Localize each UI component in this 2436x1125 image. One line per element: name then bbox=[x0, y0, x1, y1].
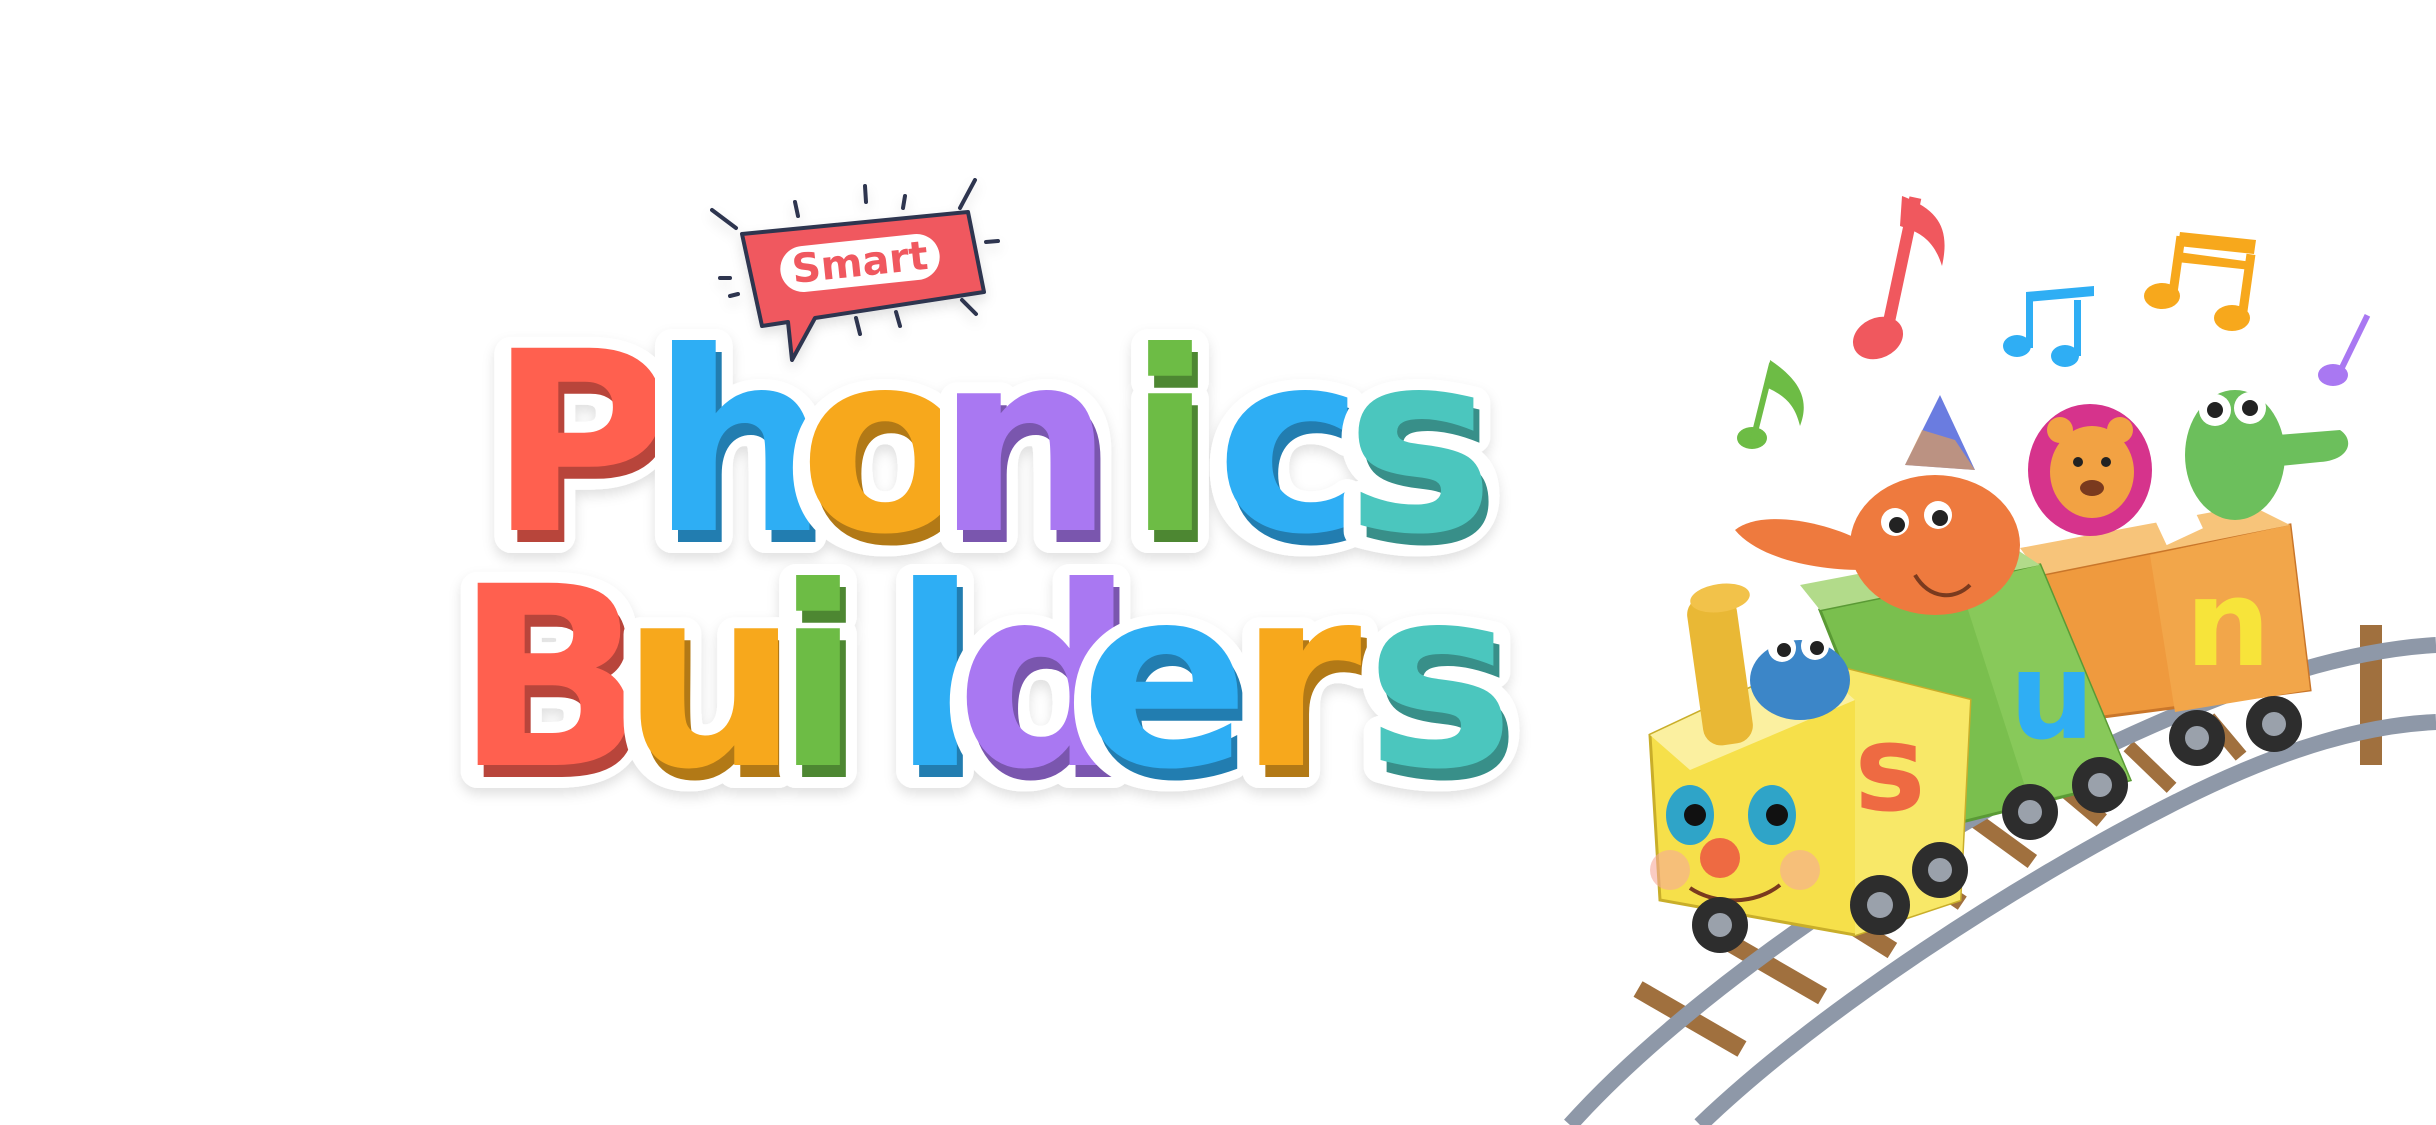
logo-letter: e bbox=[1080, 533, 1250, 824]
music-note-blue-icon bbox=[2003, 286, 2094, 367]
music-note-yellow-icon bbox=[2144, 232, 2256, 331]
car-letter-n: n bbox=[2185, 555, 2270, 694]
logo-title-line2: BBBuuuiii llldddeeerrr sssBuilders bbox=[438, 522, 1532, 847]
music-note-purple-icon bbox=[2318, 314, 2371, 386]
logo-letter: B bbox=[455, 533, 646, 824]
music-notes bbox=[1737, 196, 2371, 449]
train-illustration: n u s bbox=[1564, 196, 2436, 1125]
car-letter-s: s bbox=[1854, 700, 1925, 839]
car-letter-u: u bbox=[2009, 628, 2094, 767]
logo-letter: r bbox=[1238, 533, 1361, 824]
line1-text: Phonics bbox=[580, 529, 584, 531]
elephant-character bbox=[1735, 395, 2020, 615]
app-logo: Smart PPPhhhooonnn iii cccsssPhonics BBBuu… bbox=[438, 178, 1532, 847]
splash-screen: Smart PPPhhhooonnn iii cccsssPhonics BBBuu… bbox=[438, 178, 2436, 1125]
music-note-red-icon bbox=[1852, 196, 1945, 360]
logo-letter: s bbox=[1366, 533, 1515, 824]
music-note-green-icon bbox=[1737, 360, 1804, 449]
logo-letter: u bbox=[621, 533, 799, 824]
lion-character bbox=[2028, 404, 2152, 536]
logo-letter: i bbox=[775, 533, 861, 824]
